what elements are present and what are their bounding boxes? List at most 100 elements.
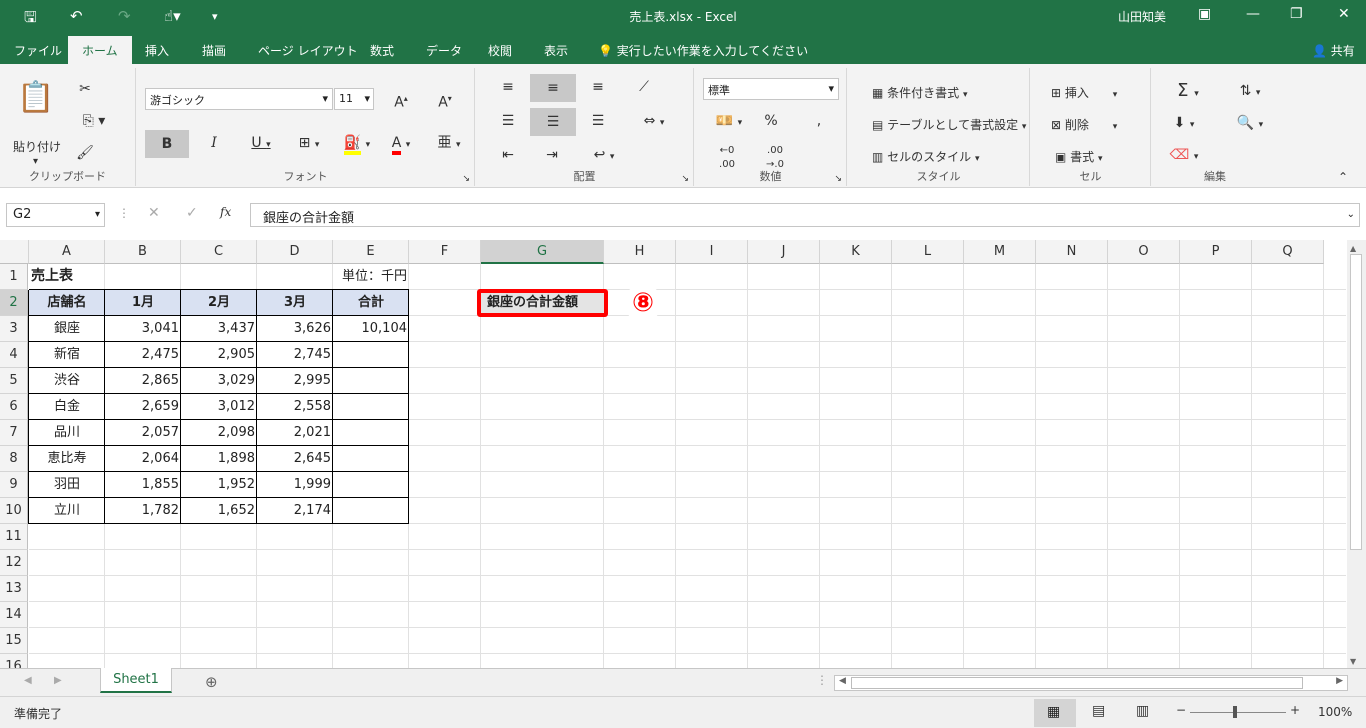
share-button[interactable]: 👤 共有 [1312, 42, 1355, 59]
row-header-12[interactable]: 12 [0, 550, 28, 576]
wrap-text-icon[interactable]: ↩ ▾ [586, 144, 622, 168]
enter-icon[interactable]: ✓ [186, 205, 198, 221]
tab-file[interactable]: ファイル [14, 42, 62, 59]
alignment-dialog-launcher-icon[interactable]: ↘ [681, 174, 689, 184]
paste-label[interactable]: 貼り付け [13, 138, 61, 155]
column-header-o[interactable]: O [1108, 240, 1180, 264]
column-header-a[interactable]: A [29, 240, 105, 264]
format-cells-button[interactable]: ▣ 書式 ▾ [1055, 148, 1103, 165]
percent-style-icon[interactable]: % [759, 110, 783, 132]
row-header-11[interactable]: 11 [0, 524, 28, 550]
column-header-q[interactable]: Q [1252, 240, 1324, 264]
vertical-scroll-thumb[interactable] [1350, 254, 1362, 550]
cancel-icon[interactable]: ✕ [148, 205, 160, 221]
column-header-k[interactable]: K [820, 240, 892, 264]
phonetic-button[interactable]: 亜 ▾ [429, 132, 469, 156]
grow-font-icon[interactable]: A▴ [389, 88, 413, 114]
column-header-d[interactable]: D [257, 240, 333, 264]
accounting-format-icon[interactable]: 💴 ▾ [709, 110, 749, 134]
row-header-15[interactable]: 15 [0, 628, 28, 654]
decrease-indent-icon[interactable]: ⇤ [496, 144, 520, 166]
merge-center-icon[interactable]: ⇔ ▾ [630, 110, 678, 134]
horizontal-scroll-thumb[interactable] [851, 677, 1303, 689]
column-header-b[interactable]: B [105, 240, 181, 264]
row-header-1[interactable]: 1 [0, 264, 28, 290]
orientation-icon[interactable]: ⟋ [632, 76, 656, 98]
normal-view-button[interactable]: ▦ [1034, 699, 1076, 727]
align-middle-icon[interactable]: ≡ [530, 74, 576, 102]
cut-icon[interactable]: ✂ [74, 78, 96, 100]
font-name-dropdown[interactable]: 游ゴシック ▾ [145, 88, 333, 110]
align-center-icon[interactable]: ☰ [530, 108, 576, 136]
align-left-icon[interactable]: ☰ [496, 110, 520, 132]
column-header-m[interactable]: M [964, 240, 1036, 264]
row-header-13[interactable]: 13 [0, 576, 28, 602]
sheet-tab-sheet1[interactable]: Sheet1 [100, 668, 172, 693]
prev-sheet-icon[interactable]: ◀ [24, 675, 32, 686]
number-format-dropdown[interactable]: 標準 ▾ [703, 78, 839, 100]
name-box[interactable]: G2 ▾ [6, 203, 105, 227]
italic-button[interactable]: I [203, 132, 225, 154]
column-header-i[interactable]: I [676, 240, 748, 264]
fill-icon[interactable]: ⬇ ▾ [1166, 112, 1202, 136]
column-header-j[interactable]: J [748, 240, 820, 264]
zoom-level[interactable]: 100% [1318, 705, 1352, 719]
fill-color-button[interactable]: ⛽ ▾ [337, 132, 377, 156]
column-header-c[interactable]: C [181, 240, 257, 264]
font-color-button[interactable]: A ▾ [381, 132, 421, 156]
tell-me-box[interactable]: 💡 実行したい作業を入力してください [598, 42, 808, 59]
increase-indent-icon[interactable]: ⇥ [540, 144, 564, 166]
tab-data[interactable]: データ [426, 42, 462, 59]
tab-split-icon[interactable]: ⋮ [816, 673, 828, 687]
scroll-up-icon[interactable]: ▲ [1350, 244, 1356, 253]
next-sheet-icon[interactable]: ▶ [54, 675, 62, 686]
minimize-icon[interactable]: — [1246, 6, 1260, 22]
row-header-10[interactable]: 10 [0, 498, 28, 524]
column-header-f[interactable]: F [409, 240, 481, 264]
new-sheet-icon[interactable]: ⊕ [205, 673, 218, 691]
shrink-font-icon[interactable]: A▾ [433, 88, 457, 114]
align-top-icon[interactable]: ≡ [496, 76, 520, 98]
page-layout-view-icon[interactable]: ▤ [1092, 703, 1105, 719]
row-header-7[interactable]: 7 [0, 420, 28, 446]
conditional-formatting-button[interactable]: ▦ 条件付き書式 ▾ [872, 84, 968, 101]
row-header-4[interactable]: 4 [0, 342, 28, 368]
cell-styles-button[interactable]: ▥ セルのスタイル ▾ [872, 148, 980, 165]
scroll-down-icon[interactable]: ▼ [1350, 657, 1356, 666]
format-as-table-button[interactable]: ▤ テーブルとして書式設定 ▾ [872, 116, 1026, 133]
row-header-14[interactable]: 14 [0, 602, 28, 628]
formula-input[interactable]: 銀座の合計金額 ⌄ [250, 203, 1360, 227]
restore-icon[interactable]: ❐ [1290, 6, 1303, 22]
scroll-right-icon[interactable]: ▶ [1336, 676, 1343, 686]
tab-draw[interactable]: 描画 [202, 42, 226, 59]
user-name[interactable]: 山田知美 [1118, 8, 1166, 25]
insert-cells-button[interactable]: ⊞ 挿入 ▾ [1051, 84, 1117, 101]
column-header-g[interactable]: G [481, 240, 604, 264]
insert-function-icon[interactable]: fx [220, 205, 231, 219]
underline-button[interactable]: U ▾ [245, 132, 277, 156]
autosum-icon[interactable]: Σ ▾ [1166, 80, 1210, 105]
font-size-dropdown[interactable]: 11 ▾ [334, 88, 374, 110]
collapse-ribbon-icon[interactable]: ⌃ [1338, 170, 1348, 184]
tab-home[interactable]: ホーム [68, 36, 132, 64]
align-right-icon[interactable]: ☰ [586, 110, 610, 132]
zoom-slider[interactable] [1190, 712, 1286, 713]
row-header-8[interactable]: 8 [0, 446, 28, 472]
column-header-n[interactable]: N [1036, 240, 1108, 264]
copy-icon[interactable]: ⎘ ▾ [74, 110, 114, 132]
scroll-left-icon[interactable]: ◀ [839, 676, 846, 686]
comma-style-icon[interactable]: , [807, 110, 831, 132]
tab-view[interactable]: 表示 [544, 42, 568, 59]
font-dialog-launcher-icon[interactable]: ↘ [462, 174, 470, 184]
tab-review[interactable]: 校閲 [488, 42, 512, 59]
page-break-view-icon[interactable]: ▥ [1136, 703, 1149, 719]
select-all-corner[interactable] [0, 240, 29, 264]
tab-formulas[interactable]: 数式 [370, 42, 394, 59]
column-header-h[interactable]: H [604, 240, 676, 264]
borders-button[interactable]: ⊞ ▾ [289, 132, 329, 156]
bold-button[interactable]: B [145, 130, 189, 158]
row-header-5[interactable]: 5 [0, 368, 28, 394]
horizontal-scrollbar[interactable]: ◀ ▶ [834, 675, 1348, 691]
zoom-out-icon[interactable]: − [1176, 703, 1186, 717]
paste-icon[interactable]: 📋 [16, 80, 56, 116]
